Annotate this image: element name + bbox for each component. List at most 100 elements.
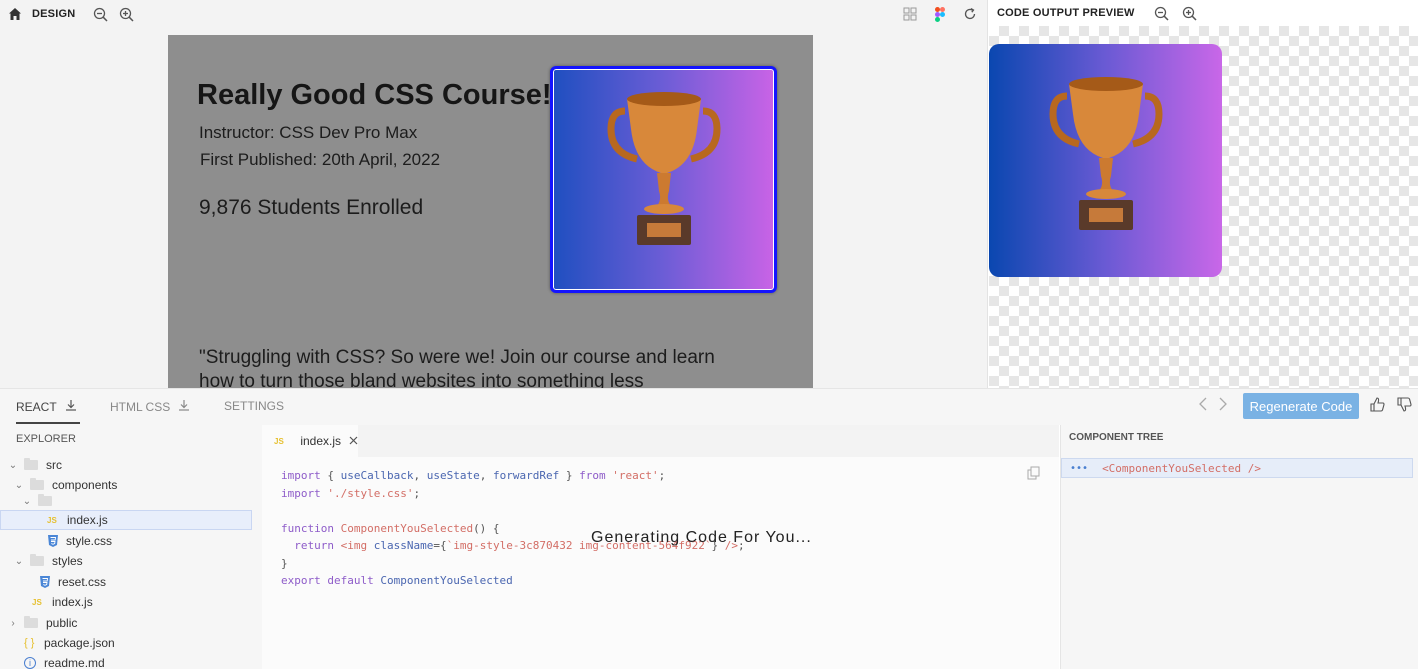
code-output-preview-pane: CODE OUTPUT PREVIEW [989,0,1418,388]
tree-folder-styles[interactable]: ⌄ styles [0,551,252,571]
tab-html-css[interactable]: HTML CSS [110,399,190,414]
tree-label: src [46,458,62,472]
design-pane: DESIGN Really Good CSS Course! Instructo… [0,0,988,388]
folder-icon [38,494,52,506]
published-text: First Published: 20th April, 2022 [200,150,441,169]
tree-folder-src[interactable]: ⌄ src [0,455,252,475]
thumbs-down-icon[interactable] [1397,397,1412,417]
preview-label: CODE OUTPUT PREVIEW [997,7,1135,19]
folder-icon [30,478,44,490]
chevron-left-icon[interactable] [1198,397,1208,416]
home-icon[interactable] [6,5,24,23]
component-tree-node[interactable]: ••• <ComponentYouSelected /> [1061,458,1413,478]
download-icon[interactable] [178,399,190,414]
info-icon: i [24,657,36,669]
refresh-icon[interactable] [961,5,979,23]
active-tab-underline [16,422,80,424]
tree-file-package-json[interactable]: { } package.json [0,633,252,653]
chevron-right-icon[interactable] [1218,397,1228,416]
more-options-icon[interactable]: ••• [1070,463,1088,474]
preview-toolbar: CODE OUTPUT PREVIEW [989,0,1418,26]
component-tree-panel: COMPONENT TREE ••• <ComponentYouSelected… [1060,425,1418,669]
design-frame: Really Good CSS Course! Instructor: CSS … [168,35,813,388]
design-toolbar: DESIGN [0,0,135,28]
chevron-right-icon: › [11,617,15,629]
tree-folder-components[interactable]: ⌄ components [0,475,252,495]
file-explorer: EXPLORER ⌄ src ⌄ components ⌄ JS index.j… [0,425,262,669]
tree-label: package.json [44,636,115,650]
chevron-down-icon: ⌄ [14,479,24,491]
design-label: DESIGN [32,8,76,20]
js-file-icon: JS [32,597,42,607]
tree-file-style-css[interactable]: style.css [0,531,252,551]
tree-file-readme-md[interactable]: i readme.md [0,653,252,669]
tab-settings[interactable]: SETTINGS [224,399,284,413]
code-line: import './style.css'; [281,486,421,500]
tab-react-label: REACT [16,399,57,414]
students-enrolled: 9,876 Students Enrolled [199,196,424,219]
tree-label: public [46,616,78,630]
editor-tabbar: JS index.js [262,425,1059,457]
js-file-icon: JS [274,436,284,446]
js-file-icon: JS [47,515,57,525]
tree-label: reset.css [58,575,107,589]
code-line: export default ComponentYouSelected [281,574,513,587]
generating-status: Generating Code For You... [591,529,812,546]
explorer-title: EXPLORER [16,433,76,445]
instructor-text: Instructor: CSS Dev Pro Max [199,123,418,142]
close-icon[interactable] [349,434,358,448]
course-quote: "Struggling with CSS? So were we! Join o… [199,347,715,388]
tree-label: components [52,478,118,492]
css-file-icon [48,535,58,547]
grid-icon[interactable] [901,5,919,23]
chevron-down-icon: ⌄ [8,459,18,471]
css-file-icon [40,576,50,588]
tab-react[interactable]: REACT [16,399,77,414]
thumbs-up-icon[interactable] [1370,397,1385,417]
copy-icon[interactable] [1027,466,1041,480]
tree-label: style.css [66,534,113,548]
component-tree-title: COMPONENT TREE [1069,432,1164,443]
folder-icon [24,616,38,628]
tab-settings-label: SETTINGS [224,399,285,413]
tree-folder-public[interactable]: › public [0,613,252,633]
preview-zoom-in-icon[interactable] [1181,4,1199,22]
code-line: } [281,556,288,570]
code-editor: JS index.js import { useCallback, useSta… [262,425,1059,669]
folder-icon [30,554,44,566]
chevron-down-icon: ⌄ [22,495,32,507]
selected-trophy-image[interactable] [550,66,777,293]
tab-html-css-label: HTML CSS [110,399,171,414]
tree-file-index-js[interactable]: JS index.js [0,592,252,612]
zoom-in-icon[interactable] [117,5,135,23]
tabs-row: REACT HTML CSS SETTINGS Regenerate Code [0,389,1418,425]
tree-file-reset-css[interactable]: reset.css [0,572,252,592]
zoom-out-icon[interactable] [91,5,109,23]
regenerate-code-button[interactable]: Regenerate Code [1243,393,1359,419]
feedback-buttons [1370,397,1412,417]
tree-folder-unnamed[interactable]: ⌄ [0,493,252,509]
course-title: Really Good CSS Course! [197,79,552,111]
component-node-label: <ComponentYouSelected /> [1102,461,1262,475]
trophy-icon [607,92,721,245]
preview-trophy-image [989,44,1222,277]
nav-arrows [1198,397,1228,416]
folder-icon [24,458,38,470]
editor-tab-label: index.js [300,434,341,448]
tree-file-index-js-selected[interactable]: JS index.js [0,510,252,530]
preview-zoom-out-icon[interactable] [1153,4,1171,22]
chevron-down-icon: ⌄ [14,555,24,567]
tree-label: readme.md [44,656,105,669]
design-toolbar-right [901,0,979,28]
preview-trophy-icon [1049,77,1163,230]
tree-label: index.js [67,513,108,527]
json-file-icon: { } [24,637,35,649]
app: DESIGN Really Good CSS Course! Instructo… [0,0,1418,669]
code-line: import { useCallback, useState, forwardR… [281,469,666,482]
bottom-panel: REACT HTML CSS SETTINGS Regenerate Code … [0,388,1418,669]
download-icon[interactable] [65,399,77,414]
figma-icon[interactable] [931,5,949,23]
editor-tab-index-js[interactable]: JS index.js [262,425,358,457]
tree-label: styles [52,554,83,568]
